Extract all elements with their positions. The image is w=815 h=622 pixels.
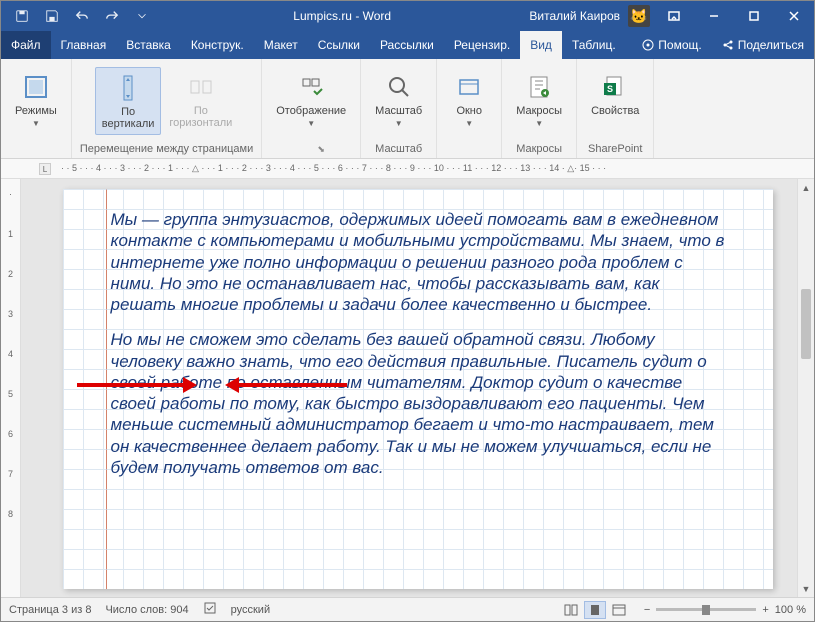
chevron-down-icon: ▼	[465, 119, 473, 128]
qat-dropdown-icon[interactable]	[129, 3, 155, 29]
user-section: Виталий Каиров 🐱	[529, 5, 654, 27]
window-button[interactable]: Окно ▼	[445, 67, 493, 132]
status-page[interactable]: Страница 3 из 8	[9, 604, 91, 616]
tab-view[interactable]: Вид	[520, 31, 562, 59]
horizontal-icon	[185, 71, 217, 103]
tab-tables[interactable]: Таблиц.	[562, 31, 626, 59]
display-icon	[295, 71, 327, 103]
scroll-up-icon[interactable]: ▲	[798, 179, 814, 196]
vertical-icon	[112, 72, 144, 104]
paragraph-2[interactable]: Но мы не сможем это сделать без вашей об…	[111, 329, 725, 478]
tab-home[interactable]: Главная	[51, 31, 117, 59]
group-label-movement: Перемещение между страницами	[80, 140, 253, 158]
view-buttons	[560, 601, 630, 619]
save-icon[interactable]	[39, 3, 65, 29]
paragraph-1[interactable]: Мы — группа энтузиастов, одержимых идеей…	[111, 209, 725, 315]
status-wordcount[interactable]: Число слов: 904	[105, 604, 188, 616]
vertical-scrollbar[interactable]: ▲ ▼	[797, 179, 814, 597]
ribbon-group-modes: Режимы ▼	[1, 59, 72, 158]
tab-file[interactable]: Файл	[1, 31, 51, 59]
chevron-down-icon: ▼	[307, 119, 315, 128]
print-layout-icon[interactable]	[584, 601, 606, 619]
vertical-ruler[interactable]: ·12345678	[1, 179, 21, 599]
chevron-down-icon: ▼	[32, 119, 40, 128]
zoom-level[interactable]: 100 %	[775, 604, 806, 616]
ribbon-group-display: Отображение ▼ ⬊	[262, 59, 361, 158]
tab-design[interactable]: Конструк.	[181, 31, 254, 59]
magnifier-icon	[383, 71, 415, 103]
avatar[interactable]: 🐱	[628, 5, 650, 27]
tab-share[interactable]: Поделиться	[712, 31, 814, 59]
window-title: Lumpics.ru - Word	[155, 9, 529, 23]
tab-references[interactable]: Ссылки	[308, 31, 370, 59]
scroll-thumb[interactable]	[801, 289, 811, 359]
tab-mailings[interactable]: Рассылки	[370, 31, 444, 59]
tab-insert[interactable]: Вставка	[116, 31, 181, 59]
zoom-button[interactable]: Масштаб ▼	[369, 67, 428, 132]
ribbon-group-zoom: Масштаб ▼ Масштаб	[361, 59, 437, 158]
window-icon	[453, 71, 485, 103]
ribbon-group-sharepoint: S Свойства SharePoint	[577, 59, 654, 158]
web-layout-icon[interactable]	[608, 601, 630, 619]
username[interactable]: Виталий Каиров	[529, 9, 620, 23]
tab-review[interactable]: Рецензир.	[444, 31, 520, 59]
horizontal-button: По горизонтали	[163, 67, 238, 133]
undo-icon[interactable]	[69, 3, 95, 29]
zoom-controls: − + 100 %	[644, 604, 806, 616]
group-launcher-icon[interactable]: ⬊	[317, 144, 325, 155]
statusbar: Страница 3 из 8 Число слов: 904 русский …	[1, 597, 814, 621]
ribbon-group-movement: По вертикали По горизонтали Перемещение …	[72, 59, 262, 158]
scroll-down-icon[interactable]: ▼	[798, 580, 814, 597]
proofing-icon[interactable]	[203, 601, 217, 618]
macros-icon	[523, 71, 555, 103]
tab-layout[interactable]: Макет	[254, 31, 308, 59]
read-mode-icon[interactable]	[560, 601, 582, 619]
svg-text:S: S	[607, 84, 613, 94]
tab-selector[interactable]: L	[39, 163, 51, 175]
status-language[interactable]: русский	[231, 604, 270, 616]
macros-button[interactable]: Макросы ▼	[510, 67, 568, 132]
quick-access-toolbar	[1, 3, 155, 29]
ribbon-options-icon[interactable]	[654, 1, 694, 31]
properties-button[interactable]: S Свойства	[585, 67, 645, 121]
annotation-arrows	[77, 379, 347, 391]
zoom-in-button[interactable]: +	[762, 604, 768, 616]
zoom-slider[interactable]	[656, 608, 756, 611]
titlebar: Lumpics.ru - Word Виталий Каиров 🐱	[1, 1, 814, 31]
ribbon: Режимы ▼ По вертикали По горизонтали Пер…	[1, 59, 814, 159]
modes-icon	[20, 71, 52, 103]
redo-icon[interactable]	[99, 3, 125, 29]
vertical-button[interactable]: По вертикали	[95, 67, 162, 135]
horizontal-ruler[interactable]: L · · 5 · · · 4 · · · 3 · · · 2 · · · 1 …	[1, 159, 814, 179]
maximize-button[interactable]	[734, 1, 774, 31]
autosave-icon[interactable]	[9, 3, 35, 29]
ribbon-tabs: Файл Главная Вставка Конструк. Макет Ссы…	[1, 31, 814, 59]
ribbon-group-window: Окно ▼	[437, 59, 502, 158]
modes-button[interactable]: Режимы ▼	[9, 67, 63, 132]
sharepoint-icon: S	[599, 71, 631, 103]
ribbon-group-macros: Макросы ▼ Макросы	[502, 59, 577, 158]
chevron-down-icon: ▼	[535, 119, 543, 128]
minimize-button[interactable]	[694, 1, 734, 31]
zoom-out-button[interactable]: −	[644, 604, 650, 616]
close-button[interactable]	[774, 1, 814, 31]
display-button[interactable]: Отображение ▼	[270, 67, 352, 132]
window-controls	[654, 1, 814, 31]
chevron-down-icon: ▼	[395, 119, 403, 128]
tab-help[interactable]: Помощ.	[632, 31, 711, 59]
